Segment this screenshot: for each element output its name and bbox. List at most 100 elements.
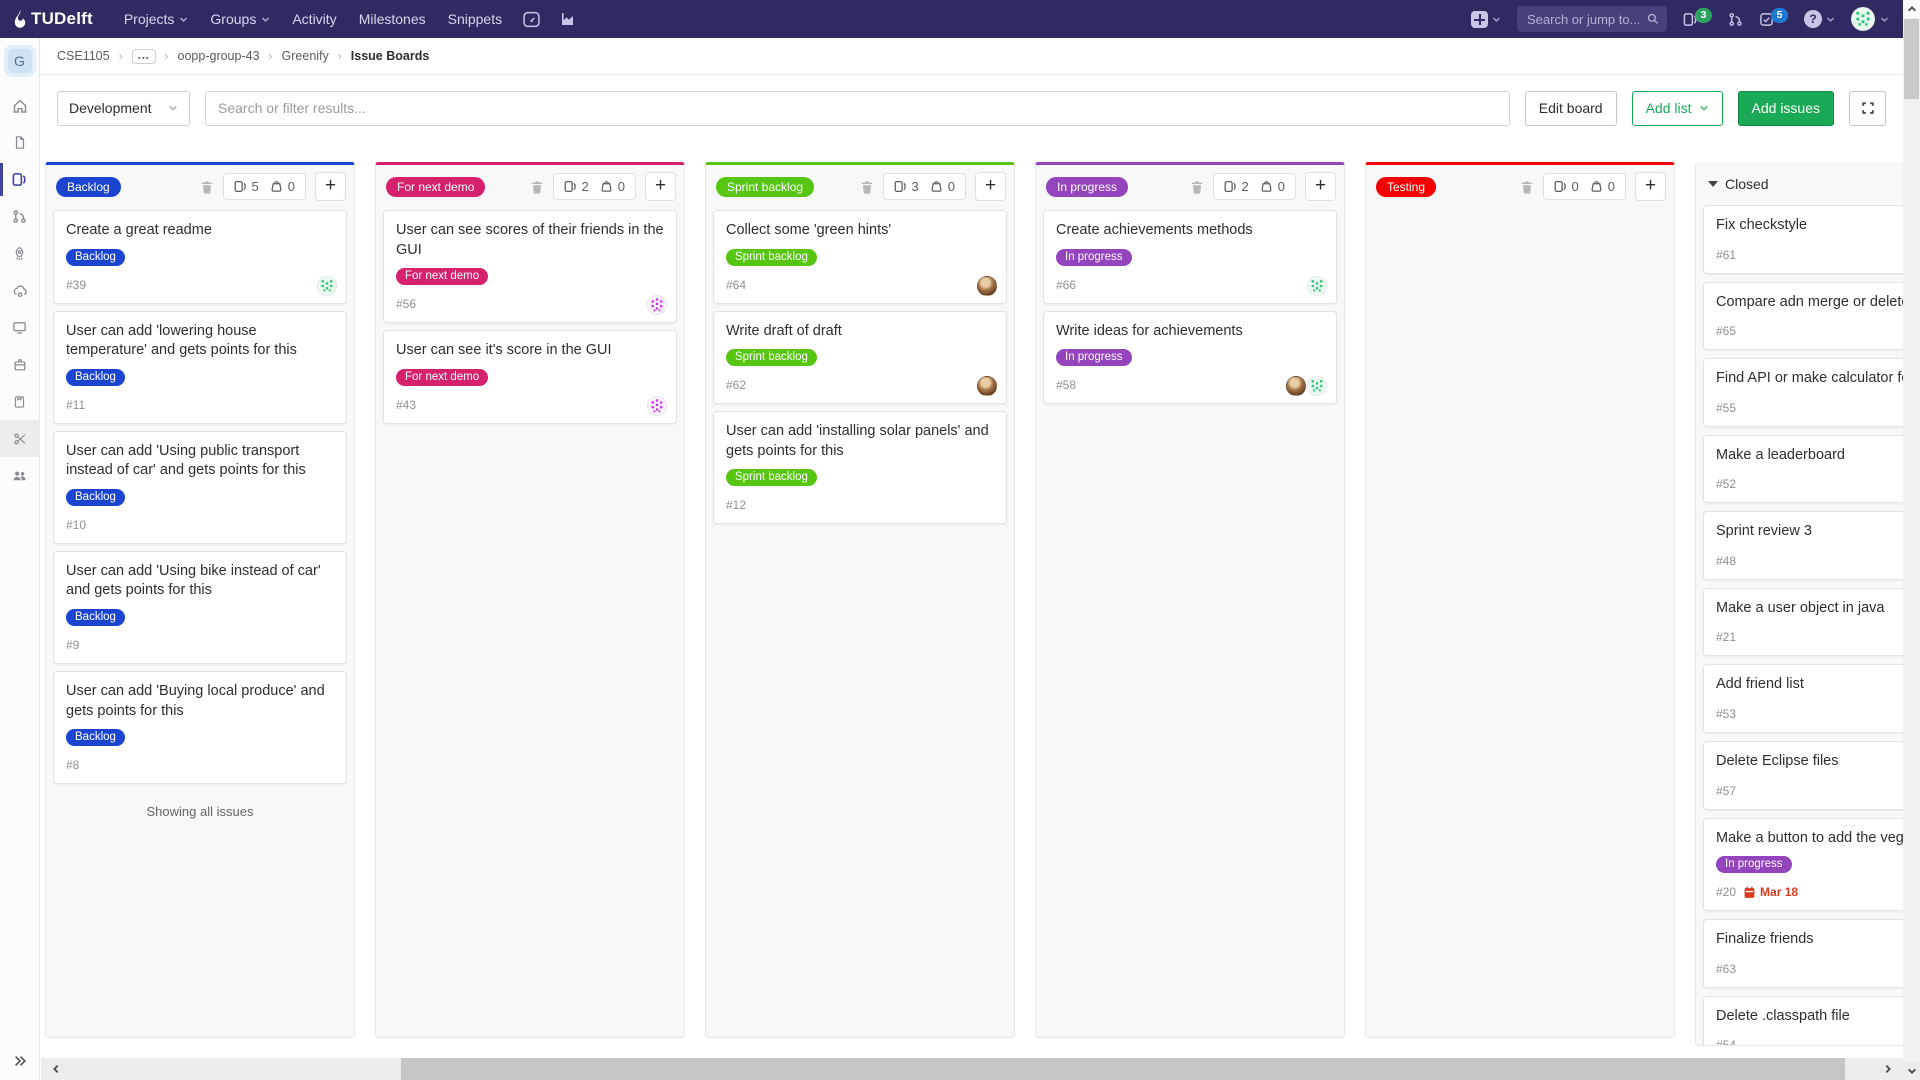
todos-button[interactable]: 5 — [1759, 12, 1788, 27]
add-issue-to-list-button[interactable]: + — [975, 172, 1006, 201]
delete-list-icon[interactable] — [860, 180, 874, 194]
edit-board-button[interactable]: Edit board — [1525, 91, 1617, 126]
label-pill[interactable]: In progress — [1056, 349, 1132, 366]
column-label[interactable]: Testing — [1376, 177, 1436, 197]
tudelft-logo[interactable]: TUDelft — [14, 9, 93, 29]
issue-card[interactable]: Create achievements methods In progress … — [1043, 210, 1337, 304]
assignee-avatar-photo[interactable] — [1286, 376, 1306, 396]
nav-projects[interactable]: Projects — [113, 0, 200, 38]
breadcrumb-project[interactable]: Greenify — [282, 49, 329, 63]
board-switcher-dropdown[interactable]: Development — [57, 91, 190, 126]
analytics-chart-icon[interactable] — [550, 0, 586, 38]
nav-activity[interactable]: Activity — [281, 0, 347, 38]
label-pill[interactable]: Backlog — [66, 369, 125, 386]
user-menu-button[interactable] — [1851, 7, 1889, 31]
sidebar-item-members[interactable] — [0, 457, 39, 494]
new-menu-button[interactable] — [1471, 11, 1501, 28]
delete-list-icon[interactable] — [530, 180, 544, 194]
issue-card[interactable]: Make a user object in java #21 — [1703, 588, 1903, 657]
label-pill[interactable]: For next demo — [396, 268, 488, 285]
vertical-scroll-thumb[interactable] — [1904, 19, 1919, 99]
label-pill[interactable]: Backlog — [66, 489, 125, 506]
issue-card[interactable]: User can add 'installing solar panels' a… — [713, 411, 1007, 524]
breadcrumb-group[interactable]: CSE1105 — [57, 49, 110, 63]
issue-card[interactable]: Write draft of draft Sprint backlog #62 — [713, 311, 1007, 405]
issue-card[interactable]: Add friend list #53 — [1703, 664, 1903, 733]
add-issues-button[interactable]: Add issues — [1738, 91, 1834, 126]
sidebar-item-wiki[interactable] — [0, 383, 39, 420]
merge-requests-button[interactable] — [1728, 12, 1743, 27]
issue-card[interactable]: Delete .classpath file #54 — [1703, 996, 1903, 1045]
issue-card[interactable]: User can add 'Using public transport ins… — [53, 431, 347, 544]
sidebar-item-packages[interactable] — [0, 346, 39, 383]
assignee-avatar-green-identicon[interactable] — [317, 276, 337, 296]
filter-input[interactable] — [205, 91, 1510, 126]
scroll-up-arrow[interactable] — [1903, 0, 1920, 18]
label-pill[interactable]: In progress — [1716, 856, 1792, 873]
label-pill[interactable]: Sprint backlog — [726, 469, 817, 486]
label-pill[interactable]: For next demo — [396, 369, 488, 386]
sidebar-item-monitor[interactable] — [0, 309, 39, 346]
issue-card[interactable]: Find API or make calculator for CO2 #55 — [1703, 358, 1903, 427]
fullscreen-button[interactable] — [1849, 91, 1886, 126]
issue-card[interactable]: Make a leaderboard #52 — [1703, 435, 1903, 504]
assignee-avatar-photo[interactable] — [977, 376, 997, 396]
sidebar-item-snippets[interactable] — [0, 420, 39, 457]
issue-card[interactable]: Compare adn merge or delete old b #65 — [1703, 282, 1903, 351]
horizontal-scroll-thumb[interactable] — [401, 1058, 1845, 1080]
issue-card[interactable]: User can add 'lowering house temperature… — [53, 311, 347, 424]
label-pill[interactable]: Backlog — [66, 249, 125, 266]
sidebar-item-cicd[interactable] — [0, 235, 39, 272]
assignee-avatar-green-identicon[interactable] — [1307, 376, 1327, 396]
assignee-avatar-magenta-identicon[interactable] — [647, 396, 667, 416]
add-list-button[interactable]: Add list — [1632, 91, 1723, 126]
issue-card[interactable]: User can add 'Using bike instead of car'… — [53, 551, 347, 664]
delete-list-icon[interactable] — [200, 180, 214, 194]
assignee-avatar-green-identicon[interactable] — [1307, 276, 1327, 296]
dashboard-gauge-icon[interactable] — [513, 0, 550, 38]
add-issue-to-list-button[interactable]: + — [315, 172, 346, 201]
issue-card[interactable]: Create a great readme Backlog #39 — [53, 210, 347, 304]
issues-counter-button[interactable]: 3 — [1683, 12, 1712, 27]
label-pill[interactable]: In progress — [1056, 249, 1132, 266]
global-search-input[interactable] — [1525, 11, 1641, 28]
breadcrumb-ellipsis-button[interactable]: ... — [132, 49, 156, 64]
project-avatar[interactable]: G — [4, 45, 36, 77]
issue-card[interactable]: Sprint review 3 #48 — [1703, 511, 1903, 580]
issue-card[interactable]: Write ideas for achievements In progress… — [1043, 311, 1337, 405]
nav-milestones[interactable]: Milestones — [348, 0, 437, 38]
issue-card[interactable]: Finalize friends #63 — [1703, 919, 1903, 988]
label-pill[interactable]: Backlog — [66, 609, 125, 626]
issue-card[interactable]: User can add 'Buying local produce' and … — [53, 671, 347, 784]
nav-groups[interactable]: Groups — [199, 0, 281, 38]
column-label[interactable]: Backlog — [56, 177, 121, 197]
sidebar-expand-toggle[interactable] — [7, 1048, 33, 1074]
sidebar-item-overview[interactable] — [0, 87, 39, 124]
help-menu-button[interactable]: ? — [1804, 10, 1835, 28]
scroll-down-arrow[interactable] — [1903, 1062, 1920, 1080]
issue-card[interactable]: Make a button to add the vegetarian In p… — [1703, 818, 1903, 912]
delete-list-icon[interactable] — [1190, 180, 1204, 194]
column-label[interactable]: In progress — [1046, 177, 1128, 197]
sidebar-item-repository[interactable] — [0, 124, 39, 161]
column-label[interactable]: Sprint backlog — [716, 177, 814, 197]
label-pill[interactable]: Sprint backlog — [726, 349, 817, 366]
column-label[interactable]: For next demo — [386, 177, 485, 197]
nav-snippets[interactable]: Snippets — [437, 0, 513, 38]
issue-card[interactable]: User can see it's score in the GUI For n… — [383, 330, 677, 424]
delete-list-icon[interactable] — [1520, 180, 1534, 194]
assignee-avatar-photo[interactable] — [977, 276, 997, 296]
add-issue-to-list-button[interactable]: + — [1305, 172, 1336, 201]
add-issue-to-list-button[interactable]: + — [1635, 172, 1666, 201]
closed-column-header[interactable]: Closed — [1696, 165, 1903, 203]
sidebar-item-merge-requests[interactable] — [0, 198, 39, 235]
scroll-right-arrow[interactable] — [1873, 1064, 1903, 1074]
sidebar-item-issues[interactable] — [0, 161, 39, 198]
global-search[interactable] — [1517, 6, 1667, 32]
issue-card[interactable]: User can see scores of their friends in … — [383, 210, 677, 323]
issue-card[interactable]: Delete Eclipse files #57 — [1703, 741, 1903, 810]
sidebar-item-operations[interactable] — [0, 272, 39, 309]
scroll-left-arrow[interactable] — [41, 1064, 71, 1074]
add-issue-to-list-button[interactable]: + — [645, 172, 676, 201]
breadcrumb-subgroup[interactable]: oopp-group-43 — [178, 49, 260, 63]
